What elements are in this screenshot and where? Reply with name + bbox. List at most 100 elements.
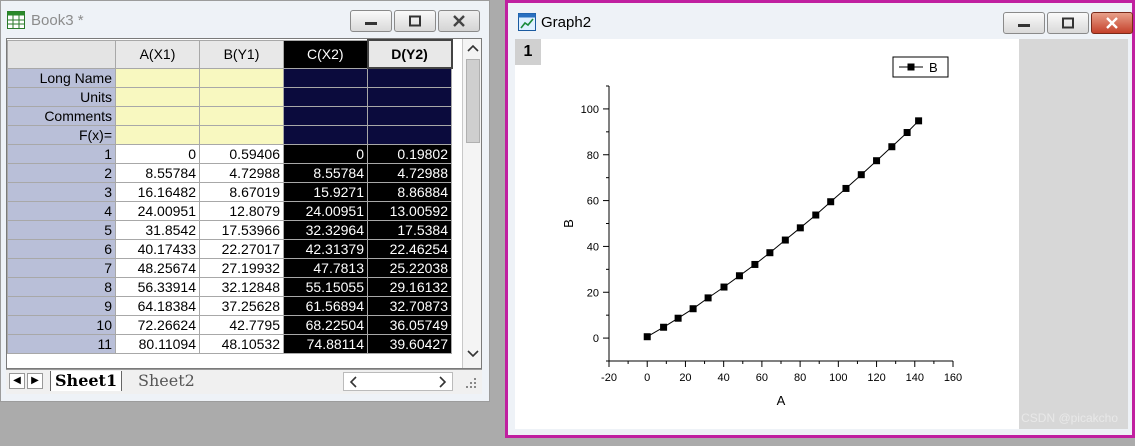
cell-c[interactable]: 68.22504: [283, 314, 368, 335]
grid-corner[interactable]: [7, 39, 116, 69]
cell-a[interactable]: 31.8542: [115, 219, 200, 240]
cell-b[interactable]: 8.67019: [199, 181, 284, 202]
scroll-right-icon[interactable]: [438, 376, 448, 388]
data-point[interactable]: [660, 323, 668, 331]
cell-d[interactable]: 13.00592: [367, 200, 452, 221]
cell-a[interactable]: 40.17433: [115, 238, 200, 259]
cell-c[interactable]: 61.56894: [283, 295, 368, 316]
data-point[interactable]: [674, 314, 682, 322]
vertical-scrollbar[interactable]: [462, 39, 481, 368]
data-point[interactable]: [781, 236, 789, 244]
cell-a[interactable]: 72.26624: [115, 314, 200, 335]
row-header[interactable]: 7: [7, 257, 116, 278]
cell-c[interactable]: 0: [283, 143, 368, 164]
cell-b[interactable]: 4.72988: [199, 162, 284, 183]
cell-a[interactable]: 56.33914: [115, 276, 200, 297]
cell-b[interactable]: 22.27017: [199, 238, 284, 259]
x-axis-label[interactable]: A: [777, 393, 786, 408]
row-header[interactable]: 10: [7, 314, 116, 335]
cell-d[interactable]: 39.60427: [367, 333, 452, 354]
book-titlebar[interactable]: Book3 *: [1, 1, 489, 37]
data-point[interactable]: [888, 143, 896, 151]
meta-cell-d[interactable]: [367, 67, 452, 88]
meta-cell-b[interactable]: [199, 105, 284, 126]
data-point[interactable]: [766, 249, 774, 257]
data-point[interactable]: [720, 283, 728, 291]
cell-c[interactable]: 32.32964: [283, 219, 368, 240]
cell-d[interactable]: 8.86884: [367, 181, 452, 202]
data-point[interactable]: [915, 117, 923, 125]
meta-cell-c[interactable]: [283, 67, 368, 88]
cell-c[interactable]: 24.00951: [283, 200, 368, 221]
cell-c[interactable]: 15.9271: [283, 181, 368, 202]
cell-a[interactable]: 24.00951: [115, 200, 200, 221]
cell-b[interactable]: 0.59406: [199, 143, 284, 164]
cell-b[interactable]: 32.12848: [199, 276, 284, 297]
cell-a[interactable]: 64.18384: [115, 295, 200, 316]
cell-c[interactable]: 55.15055: [283, 276, 368, 297]
data-point[interactable]: [735, 272, 743, 280]
meta-cell-a[interactable]: [115, 67, 200, 88]
row-header[interactable]: 8: [7, 276, 116, 297]
data-point[interactable]: [704, 294, 712, 302]
cell-b[interactable]: 12.8079: [199, 200, 284, 221]
tab-sheet2[interactable]: Sheet2: [134, 371, 199, 391]
row-header[interactable]: 1: [7, 143, 116, 164]
column-header-b[interactable]: B(Y1): [199, 39, 284, 69]
graph-page[interactable]: 1 -20 0 20 40 60 80 100 120 140 160 0 20 40 60 80 100 A B…: [515, 39, 1019, 429]
data-point[interactable]: [873, 157, 881, 165]
data-point[interactable]: [751, 260, 759, 268]
cell-c[interactable]: 47.7813: [283, 257, 368, 278]
meta-cell-b[interactable]: [199, 86, 284, 107]
cell-c[interactable]: 8.55784: [283, 162, 368, 183]
meta-cell-c[interactable]: [283, 124, 368, 145]
data-point[interactable]: [796, 224, 804, 232]
meta-cell-b[interactable]: [199, 124, 284, 145]
meta-cell-a[interactable]: [115, 124, 200, 145]
meta-row-label[interactable]: Comments: [7, 105, 116, 126]
row-header[interactable]: 9: [7, 295, 116, 316]
cell-b[interactable]: 37.25628: [199, 295, 284, 316]
cell-c[interactable]: 42.31379: [283, 238, 368, 259]
graph-titlebar[interactable]: Graph2: [508, 3, 1133, 39]
cell-d[interactable]: 36.05749: [367, 314, 452, 335]
tab-prev-icon[interactable]: ◀: [9, 373, 25, 389]
row-header[interactable]: 4: [7, 200, 116, 221]
row-header[interactable]: 3: [7, 181, 116, 202]
meta-row-label[interactable]: Long Name: [7, 67, 116, 88]
book-close-button[interactable]: [438, 10, 480, 32]
data-point[interactable]: [689, 305, 697, 313]
meta-cell-a[interactable]: [115, 105, 200, 126]
meta-cell-d[interactable]: [367, 86, 452, 107]
cell-d[interactable]: 4.72988: [367, 162, 452, 183]
scroll-down-icon[interactable]: [467, 349, 479, 359]
cell-a[interactable]: 80.11094: [115, 333, 200, 354]
meta-cell-c[interactable]: [283, 105, 368, 126]
scroll-up-icon[interactable]: [467, 43, 479, 53]
data-point[interactable]: [643, 333, 651, 341]
cell-a[interactable]: 48.25674: [115, 257, 200, 278]
cell-d[interactable]: 32.70873: [367, 295, 452, 316]
worksheet-grid[interactable]: A(X1) B(Y1) C(X2) D(Y2) Long Name Units Co…: [6, 38, 482, 369]
tab-sheet1[interactable]: Sheet1: [50, 371, 123, 391]
cell-d[interactable]: 22.46254: [367, 238, 452, 259]
plot-area[interactable]: -20 0 20 40 60 80 100 120 140 160 0 20 40 60 80 100 A B B: [515, 39, 1019, 429]
cell-d[interactable]: 25.22038: [367, 257, 452, 278]
scroll-left-icon[interactable]: [348, 376, 358, 388]
meta-cell-d[interactable]: [367, 105, 452, 126]
meta-cell-b[interactable]: [199, 67, 284, 88]
meta-cell-d[interactable]: [367, 124, 452, 145]
cell-b[interactable]: 17.53966: [199, 219, 284, 240]
cell-a[interactable]: 16.16482: [115, 181, 200, 202]
cell-c[interactable]: 74.88114: [283, 333, 368, 354]
cell-d[interactable]: 29.16132: [367, 276, 452, 297]
book-restore-button[interactable]: [394, 10, 436, 32]
book-minimize-button[interactable]: [350, 10, 392, 32]
graph-close-button[interactable]: [1091, 12, 1133, 34]
series-line-B[interactable]: [646, 120, 919, 338]
column-header-d[interactable]: D(Y2): [366, 39, 453, 69]
column-header-c[interactable]: C(X2): [283, 39, 368, 69]
row-header[interactable]: 6: [7, 238, 116, 259]
scroll-thumb[interactable]: [466, 59, 480, 143]
row-header[interactable]: 11: [7, 333, 116, 354]
